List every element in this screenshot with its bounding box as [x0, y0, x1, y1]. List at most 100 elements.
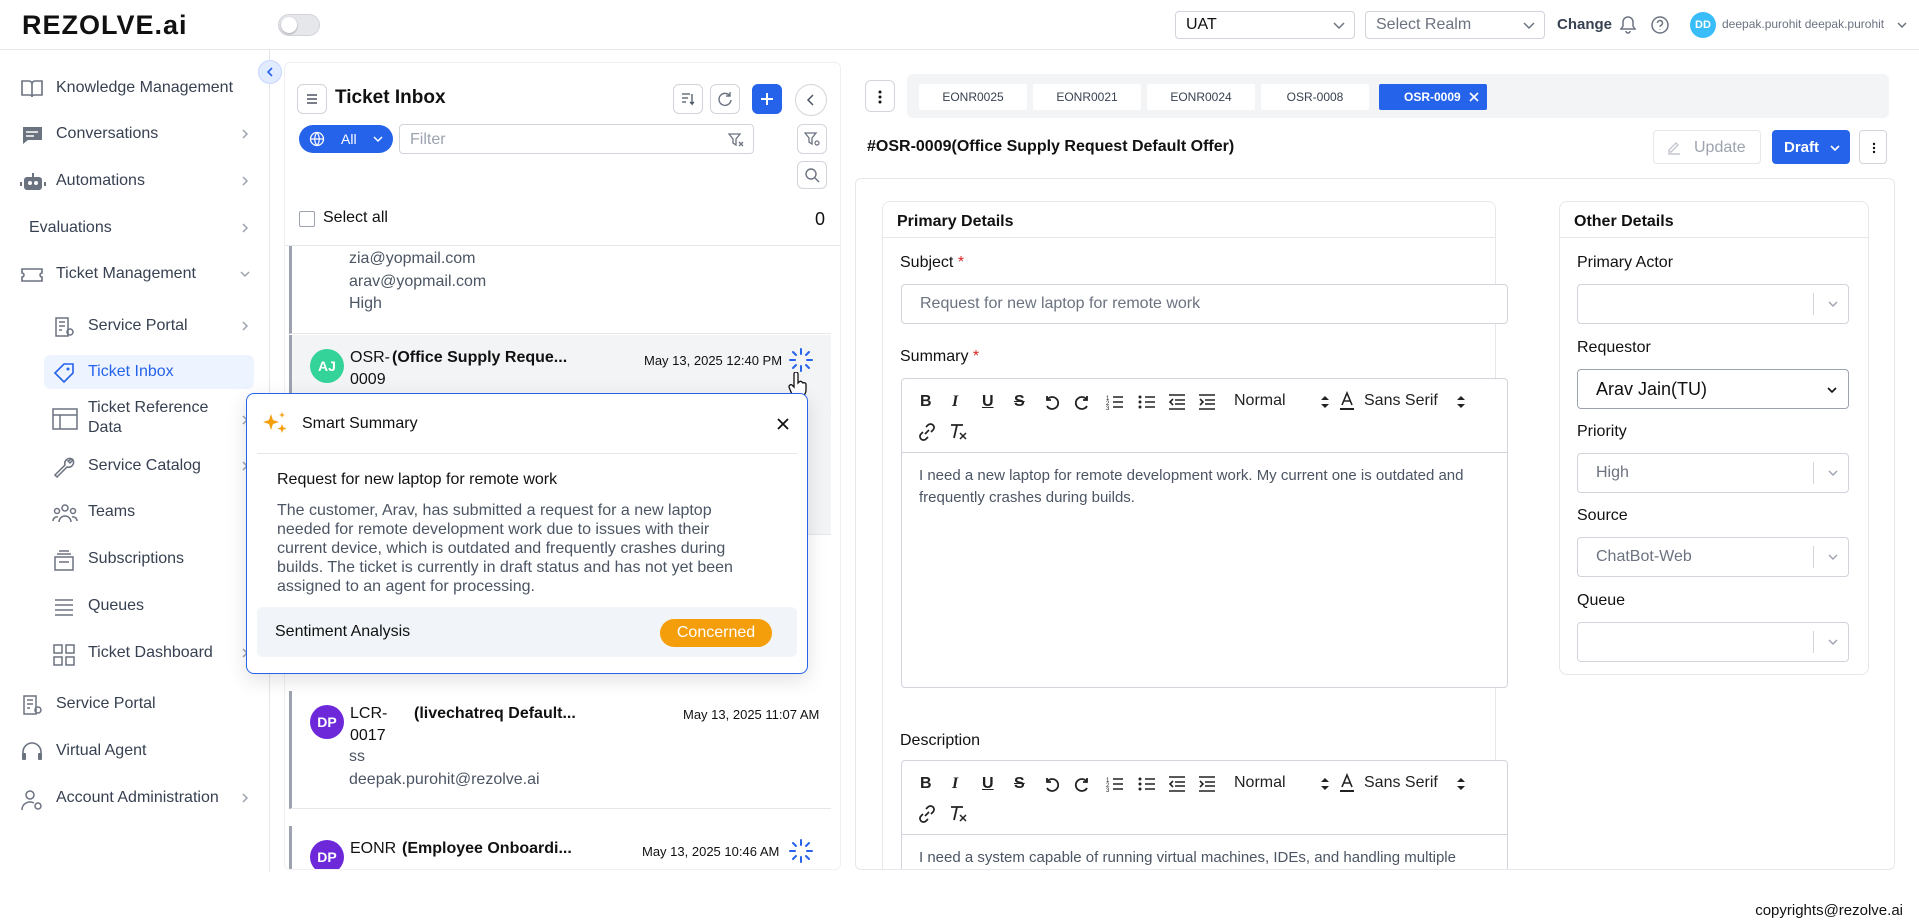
font-select[interactable]: Sans Serif	[1364, 392, 1438, 410]
sidebar-item-automations[interactable]: Automations	[0, 162, 270, 200]
sidebar-item-account-administration[interactable]: Account Administration	[0, 779, 270, 817]
collapse-inbox-button[interactable]	[795, 84, 827, 116]
format-select[interactable]: Normal	[1234, 774, 1286, 792]
tab-eonr0021[interactable]: EONR0021	[1033, 84, 1141, 110]
ai-spinner-icon[interactable]	[788, 347, 814, 373]
undo-icon[interactable]	[1042, 393, 1060, 411]
sidebar-item-ticket-inbox[interactable]: Ticket Inbox	[0, 353, 270, 391]
tab-osr-0008[interactable]: OSR-0008	[1261, 84, 1369, 110]
sidebar-item-conversations[interactable]: Conversations	[0, 115, 270, 153]
ticket-card[interactable]: DP LCR- 0017 (livechatreq Default... May …	[289, 691, 831, 809]
advanced-filter-button[interactable]	[797, 124, 827, 154]
queue-select[interactable]	[1577, 622, 1849, 662]
user-avatar[interactable]: DD	[1690, 12, 1716, 38]
sidebar-item-evaluations[interactable]: Evaluations	[0, 209, 270, 247]
undo-icon[interactable]	[1042, 775, 1060, 793]
search-button[interactable]	[797, 161, 827, 189]
realm-select[interactable]: Select Realm	[1365, 11, 1545, 39]
sidebar-item-subscriptions[interactable]: Subscriptions	[0, 540, 270, 578]
redo-icon[interactable]	[1074, 393, 1092, 411]
sidebar-item-label: Ticket Management	[56, 265, 196, 282]
bold-button[interactable]: B	[920, 775, 932, 793]
sidebar-item-ticket-reference-data[interactable]: Ticket Reference Data	[0, 393, 270, 443]
description-editor[interactable]: B I U S 123 Normal Sans Serif I need a s…	[901, 760, 1508, 869]
bullet-list-icon[interactable]	[1138, 393, 1156, 411]
select-all-checkbox[interactable]	[299, 211, 315, 227]
text-color-icon[interactable]	[1338, 391, 1356, 411]
ticket-id-number: 0009	[350, 371, 386, 388]
sidebar-item-virtual-agent[interactable]: Virtual Agent	[0, 732, 270, 770]
clear-format-icon[interactable]	[948, 423, 968, 441]
close-icon[interactable]	[775, 416, 791, 432]
sidebar-item-queues[interactable]: Queues	[0, 587, 270, 625]
user-name[interactable]: deepak.purohit deepak.purohit	[1722, 17, 1884, 31]
priority-select[interactable]: High	[1577, 453, 1849, 493]
format-select[interactable]: Normal	[1234, 392, 1286, 410]
sidebar-item-knowledge-management[interactable]: Knowledge Management	[0, 69, 270, 107]
bell-icon[interactable]	[1618, 15, 1638, 35]
sidebar-item-teams[interactable]: Teams	[0, 493, 270, 531]
link-icon[interactable]	[918, 805, 936, 823]
italic-button[interactable]: I	[952, 775, 958, 793]
ordered-list-icon[interactable]: 123	[1106, 393, 1124, 411]
refresh-icon	[718, 92, 732, 106]
sidebar-item-ticket-management[interactable]: Ticket Management	[0, 255, 270, 293]
ticket-card[interactable]: zia@yopmail.com arav@yopmail.com High	[289, 246, 831, 334]
link-icon[interactable]	[918, 423, 936, 441]
outdent-icon[interactable]	[1168, 775, 1186, 793]
selected-count: 0	[815, 209, 826, 229]
indent-icon[interactable]	[1198, 775, 1216, 793]
copyright-text: copyrights@rezolve.ai	[1755, 902, 1903, 919]
underline-button[interactable]: U	[982, 775, 994, 793]
subject-label: Subject *	[900, 254, 964, 272]
sidebar-item-ticket-dashboard[interactable]: Ticket Dashboard	[0, 634, 270, 672]
subject-input[interactable]: Request for new laptop for remote work	[901, 284, 1508, 324]
refresh-button[interactable]	[710, 84, 740, 114]
ordered-list-icon[interactable]: 123	[1106, 775, 1124, 793]
ticket-card[interactable]: DP EONR (Employee Onboardi... May 13, 20…	[289, 826, 831, 869]
strike-button[interactable]: S	[1014, 775, 1025, 793]
rezolve-logo[interactable]: REZOLVE.ai	[22, 10, 188, 41]
environment-select[interactable]: UAT	[1175, 11, 1355, 39]
tab-eonr0025[interactable]: EONR0025	[919, 84, 1027, 110]
bold-button[interactable]: B	[920, 393, 932, 411]
sidebar-item-service-portal-sub[interactable]: Service Portal	[0, 307, 270, 345]
sort-button[interactable]	[673, 84, 703, 114]
primary-actor-select[interactable]	[1577, 284, 1849, 324]
italic-button[interactable]: I	[952, 393, 958, 411]
add-ticket-button[interactable]	[752, 84, 782, 114]
underline-button[interactable]: U	[982, 393, 994, 411]
sidebar-collapse-button[interactable]	[258, 60, 282, 84]
change-button[interactable]: Change	[1557, 16, 1612, 33]
redo-icon[interactable]	[1074, 775, 1092, 793]
update-button[interactable]: Update	[1653, 130, 1761, 164]
source-select[interactable]: ChatBot-Web	[1577, 537, 1849, 577]
strike-button[interactable]: S	[1014, 393, 1025, 411]
bullet-list-icon[interactable]	[1138, 775, 1156, 793]
filter-clear-icon[interactable]	[727, 131, 745, 149]
text-color-icon[interactable]	[1338, 773, 1356, 793]
sidebar-item-service-portal[interactable]: Service Portal	[0, 685, 270, 723]
tabs-menu-button[interactable]	[865, 80, 895, 112]
font-select[interactable]: Sans Serif	[1364, 774, 1438, 792]
select-separator	[1813, 631, 1814, 653]
chevron-down-icon[interactable]	[1896, 19, 1908, 31]
outdent-icon[interactable]	[1168, 393, 1186, 411]
ai-spinner-icon[interactable]	[788, 838, 814, 864]
chevron-down-icon	[1828, 639, 1838, 645]
tab-osr-0009[interactable]: OSR-0009	[1379, 84, 1487, 110]
inbox-menu-button[interactable]	[297, 84, 327, 114]
summary-editor[interactable]: B I U S 123 Normal Sans Serif I need a n…	[901, 378, 1508, 688]
close-tab-icon[interactable]	[1469, 92, 1479, 102]
more-actions-button[interactable]	[1859, 130, 1887, 164]
sidebar-item-service-catalog[interactable]: Service Catalog	[0, 447, 270, 485]
help-icon[interactable]	[1650, 15, 1670, 35]
filter-input[interactable]: Filter	[399, 124, 754, 154]
clear-format-icon[interactable]	[948, 805, 968, 823]
theme-toggle[interactable]	[278, 14, 320, 36]
scope-dropdown[interactable]: All	[299, 125, 393, 153]
indent-icon[interactable]	[1198, 393, 1216, 411]
draft-dropdown-button[interactable]: Draft	[1772, 130, 1850, 164]
requestor-select[interactable]: Arav Jain(TU)	[1577, 369, 1849, 409]
tab-eonr0024[interactable]: EONR0024	[1147, 84, 1255, 110]
